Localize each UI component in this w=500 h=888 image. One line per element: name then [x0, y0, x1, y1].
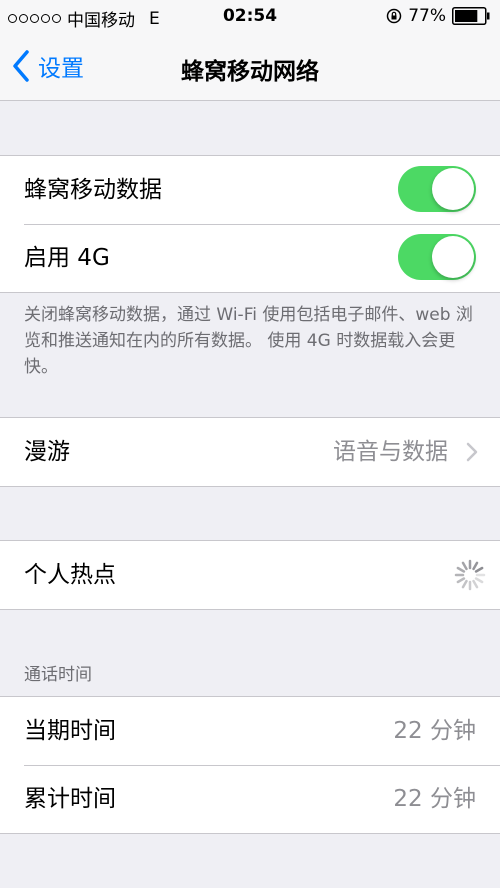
call-time-header: 通话时间: [24, 665, 92, 685]
chevron-right-icon: [466, 442, 478, 462]
roaming-value: 语音与数据: [333, 439, 448, 465]
cellular-settings-group: 蜂窝移动数据 启用 4G: [0, 155, 500, 293]
lifetime-value: 22 分钟: [393, 786, 476, 812]
battery-percent: 77%: [408, 6, 446, 26]
cellular-data-toggle[interactable]: [398, 166, 476, 212]
lifetime-label: 累计时间: [24, 786, 116, 812]
current-period-value: 22 分钟: [393, 718, 476, 744]
cellular-footer-note: 关闭蜂窝移动数据，通过 Wi-Fi 使用包括电子邮件、web 浏览和推送通知在内…: [24, 305, 473, 377]
enable-4g-row: 启用 4G: [0, 224, 500, 292]
hotspot-group: 个人热点: [0, 540, 500, 610]
call-time-row: 当期时间 22 分钟: [0, 697, 500, 765]
personal-hotspot-label: 个人热点: [24, 562, 116, 588]
rotation-lock-icon: [386, 8, 402, 24]
roaming-label: 漫游: [24, 439, 70, 465]
call-time-row: 累计时间 22 分钟: [0, 765, 500, 833]
current-period-label: 当期时间: [24, 718, 116, 744]
page-title: 蜂窝移动网络: [181, 59, 319, 85]
roaming-group: 漫游 语音与数据: [0, 417, 500, 487]
enable-4g-label: 启用 4G: [24, 245, 110, 271]
status-bar: 中国移动 E 02:54 77%: [0, 0, 500, 34]
roaming-row[interactable]: 漫游 语音与数据: [0, 418, 500, 486]
loading-spinner-icon: [454, 559, 486, 591]
cellular-data-label: 蜂窝移动数据: [24, 177, 162, 203]
personal-hotspot-row[interactable]: 个人热点: [0, 541, 500, 609]
call-time-group: 当期时间 22 分钟 累计时间 22 分钟: [0, 696, 500, 834]
cellular-data-row: 蜂窝移动数据: [0, 156, 500, 224]
enable-4g-toggle[interactable]: [398, 234, 476, 280]
status-right: 77%: [386, 6, 490, 26]
navigation-bar: 设置 蜂窝移动网络: [0, 34, 500, 101]
battery-icon: [452, 7, 490, 25]
